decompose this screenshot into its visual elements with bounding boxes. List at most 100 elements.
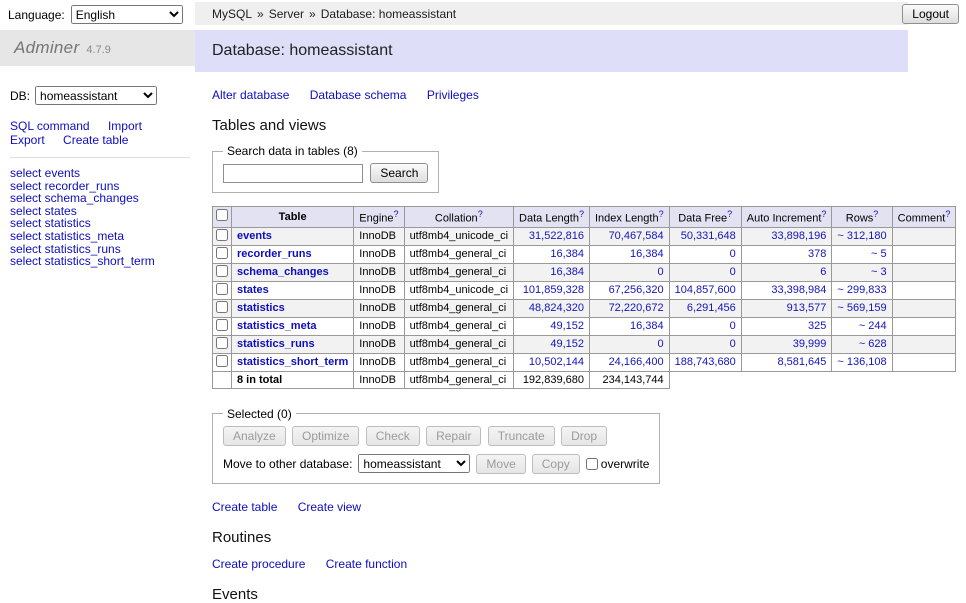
- data-length-link[interactable]: 16,384: [550, 248, 584, 260]
- index-length-link[interactable]: 16,384: [630, 320, 664, 332]
- row-checkbox[interactable]: [216, 319, 228, 331]
- create-view-link[interactable]: Create view: [298, 500, 361, 514]
- help-link[interactable]: ?: [659, 209, 664, 219]
- auto-increment-link[interactable]: 33,898,196: [771, 230, 826, 242]
- create-function-link[interactable]: Create function: [326, 557, 407, 571]
- data-free-link[interactable]: 0: [730, 266, 736, 278]
- auto-increment-link[interactable]: 39,999: [793, 338, 827, 350]
- language-select[interactable]: English: [71, 5, 183, 24]
- data-free-link[interactable]: 0: [730, 338, 736, 350]
- data-length-link[interactable]: 16,384: [550, 266, 584, 278]
- help-link[interactable]: ?: [579, 209, 584, 219]
- index-length-link[interactable]: 0: [658, 266, 664, 278]
- analyze-button[interactable]: Analyze: [223, 426, 286, 446]
- data-free-link[interactable]: 6,291,456: [687, 302, 736, 314]
- search-input[interactable]: [223, 164, 363, 183]
- rows-count-link[interactable]: ~ 5: [871, 248, 887, 260]
- sidebar-item-select-statistics-meta[interactable]: select statistics_meta: [10, 230, 195, 243]
- row-checkbox[interactable]: [216, 229, 228, 241]
- row-checkbox[interactable]: [216, 265, 228, 277]
- index-length-link[interactable]: 72,220,672: [609, 302, 664, 314]
- overwrite-checkbox[interactable]: [586, 458, 598, 470]
- help-link[interactable]: ?: [394, 209, 399, 219]
- app-logo[interactable]: Adminer 4.7.9: [0, 30, 195, 66]
- database-schema-link[interactable]: Database schema: [310, 88, 407, 102]
- check-button[interactable]: Check: [366, 426, 420, 446]
- table-link[interactable]: statistics_meta: [237, 320, 317, 332]
- search-button[interactable]: Search: [370, 163, 428, 183]
- help-link[interactable]: ?: [873, 209, 878, 219]
- rows-count-link[interactable]: ~ 3: [871, 266, 887, 278]
- drop-button[interactable]: Drop: [561, 426, 607, 446]
- auto-increment-link[interactable]: 8,581,645: [777, 356, 826, 368]
- index-length-link[interactable]: 0: [658, 338, 664, 350]
- data-length-link[interactable]: 31,522,816: [529, 230, 584, 242]
- copy-button[interactable]: Copy: [532, 454, 580, 474]
- sidebar-item-select-statistics-short-term[interactable]: select statistics_short_term: [10, 255, 195, 268]
- table-link[interactable]: events: [237, 230, 272, 242]
- sidebar-link-sql-command[interactable]: SQL command: [10, 119, 90, 133]
- table-link[interactable]: statistics_runs: [237, 338, 315, 350]
- table-link[interactable]: statistics_short_term: [237, 356, 348, 368]
- data-free-link[interactable]: 104,857,600: [675, 284, 736, 296]
- rows-count-link[interactable]: ~ 299,833: [837, 284, 886, 296]
- create-procedure-link[interactable]: Create procedure: [212, 557, 305, 571]
- engine-cell: InnoDB: [354, 227, 404, 245]
- alter-database-link[interactable]: Alter database: [212, 88, 289, 102]
- move-db-select[interactable]: homeassistant: [358, 454, 470, 473]
- auto-increment-link[interactable]: 325: [808, 320, 826, 332]
- help-link[interactable]: ?: [727, 209, 732, 219]
- table-link[interactable]: schema_changes: [237, 266, 329, 278]
- index-length-link[interactable]: 16,384: [630, 248, 664, 260]
- db-select[interactable]: homeassistant: [35, 86, 157, 105]
- sidebar-link-create-table[interactable]: Create table: [63, 133, 128, 147]
- auto-increment-link[interactable]: 6: [820, 266, 826, 278]
- data-free-link[interactable]: 50,331,648: [681, 230, 736, 242]
- create-table-link[interactable]: Create table: [212, 500, 277, 514]
- repair-button[interactable]: Repair: [426, 426, 481, 446]
- index-length-link[interactable]: 24,166,400: [609, 356, 664, 368]
- data-free-link[interactable]: 0: [730, 320, 736, 332]
- table-link[interactable]: states: [237, 284, 269, 296]
- auto-increment-link[interactable]: 378: [808, 248, 826, 260]
- privileges-link[interactable]: Privileges: [427, 88, 479, 102]
- breadcrumb-server-link[interactable]: Server: [269, 7, 304, 21]
- row-checkbox[interactable]: [216, 355, 228, 367]
- auto-increment-link[interactable]: 913,577: [787, 302, 827, 314]
- rows-count-link[interactable]: ~ 136,108: [837, 356, 886, 368]
- truncate-button[interactable]: Truncate: [488, 426, 555, 446]
- auto-increment-link[interactable]: 33,398,984: [771, 284, 826, 296]
- sidebar-item-select-events[interactable]: select events: [10, 167, 195, 180]
- table-link[interactable]: recorder_runs: [237, 248, 312, 260]
- rows-count-link[interactable]: ~ 628: [859, 338, 887, 350]
- row-checkbox[interactable]: [216, 283, 228, 295]
- data-free-link[interactable]: 188,743,680: [675, 356, 736, 368]
- breadcrumb-mysql-link[interactable]: MySQL: [212, 7, 252, 21]
- logout-button[interactable]: Logout: [902, 4, 959, 24]
- select-all-checkbox[interactable]: [216, 209, 228, 221]
- page-title: Database: homeassistant: [195, 30, 908, 72]
- row-checkbox[interactable]: [216, 247, 228, 259]
- index-length-link[interactable]: 67,256,320: [609, 284, 664, 296]
- rows-count-link[interactable]: ~ 569,159: [837, 302, 886, 314]
- data-length-link[interactable]: 49,152: [550, 338, 584, 350]
- table-link[interactable]: statistics: [237, 302, 285, 314]
- data-length-link[interactable]: 101,859,328: [523, 284, 584, 296]
- data-length-link[interactable]: 49,152: [550, 320, 584, 332]
- move-button[interactable]: Move: [476, 454, 525, 474]
- sidebar-link-export[interactable]: Export: [10, 133, 45, 147]
- data-length-link[interactable]: 10,502,144: [529, 356, 584, 368]
- help-link[interactable]: ?: [945, 209, 950, 219]
- help-link[interactable]: ?: [478, 209, 483, 219]
- sidebar-item-select-schema-changes[interactable]: select schema_changes: [10, 192, 195, 205]
- data-length-link[interactable]: 48,824,320: [529, 302, 584, 314]
- sidebar-link-import[interactable]: Import: [108, 119, 142, 133]
- rows-count-link[interactable]: ~ 244: [859, 320, 887, 332]
- row-checkbox[interactable]: [216, 337, 228, 349]
- data-free-link[interactable]: 0: [730, 248, 736, 260]
- row-checkbox[interactable]: [216, 301, 228, 313]
- index-length-link[interactable]: 70,467,584: [609, 230, 664, 242]
- optimize-button[interactable]: Optimize: [292, 426, 359, 446]
- help-link[interactable]: ?: [821, 209, 826, 219]
- rows-count-link[interactable]: ~ 312,180: [837, 230, 886, 242]
